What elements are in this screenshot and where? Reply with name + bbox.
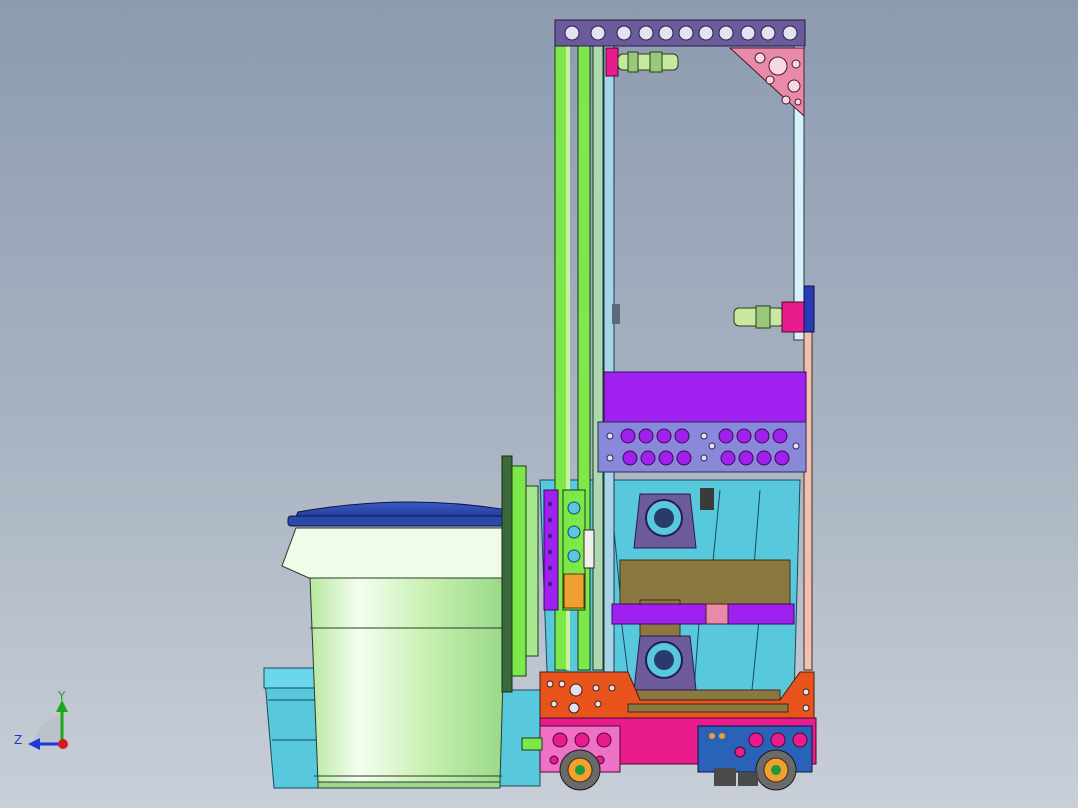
triad-y-label: Y [57, 689, 66, 703]
cad-viewport[interactable]: Y Z [0, 0, 1078, 808]
triad-z-label: Z [14, 733, 22, 747]
orientation-triad: Y Z [14, 689, 68, 750]
